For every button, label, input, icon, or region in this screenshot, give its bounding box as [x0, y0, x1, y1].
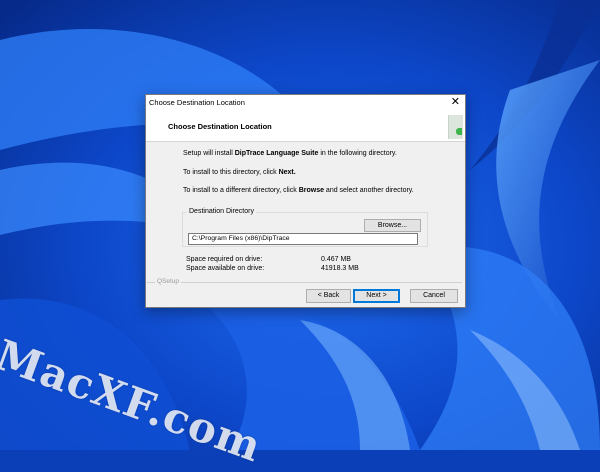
installer-dialog: Choose Destination Location ✕ Choose Des…	[145, 94, 466, 308]
destination-path-field[interactable]: C:\Program Files (x86)\DipTrace	[188, 233, 418, 245]
space-required-label: Space required on drive:	[186, 256, 263, 263]
dialog-title: Choose Destination Location	[149, 98, 245, 107]
cancel-button[interactable]: Cancel	[410, 289, 458, 303]
setup-intro-text: Setup will install DipTrace Language Sui…	[183, 150, 397, 157]
setup-logo-icon	[448, 115, 463, 139]
install-here-text: To install to this directory, click Next…	[183, 169, 296, 176]
destination-directory-label: Destination Directory	[187, 208, 256, 215]
qsetup-brand-label: QSetup	[155, 278, 182, 285]
install-other-text: To install to a different directory, cli…	[183, 187, 414, 194]
destination-directory-group: Destination Directory Browse... C:\Progr…	[182, 208, 428, 247]
space-available-label: Space available on drive:	[186, 265, 265, 272]
next-button[interactable]: Next >	[353, 289, 400, 303]
dialog-titlebar[interactable]: Choose Destination Location ✕	[146, 95, 465, 111]
footer-divider	[147, 282, 462, 283]
dialog-header: Choose Destination Location	[146, 111, 465, 142]
close-icon[interactable]: ✕	[451, 96, 460, 108]
product-name: DipTrace Language Suite	[234, 150, 319, 157]
space-required-value: 0.467 MB	[321, 256, 351, 263]
back-button[interactable]: < Back	[306, 289, 351, 303]
browse-button[interactable]: Browse...	[364, 219, 421, 232]
space-available-value: 41918.3 MB	[321, 265, 359, 272]
page-heading: Choose Destination Location	[168, 122, 272, 131]
